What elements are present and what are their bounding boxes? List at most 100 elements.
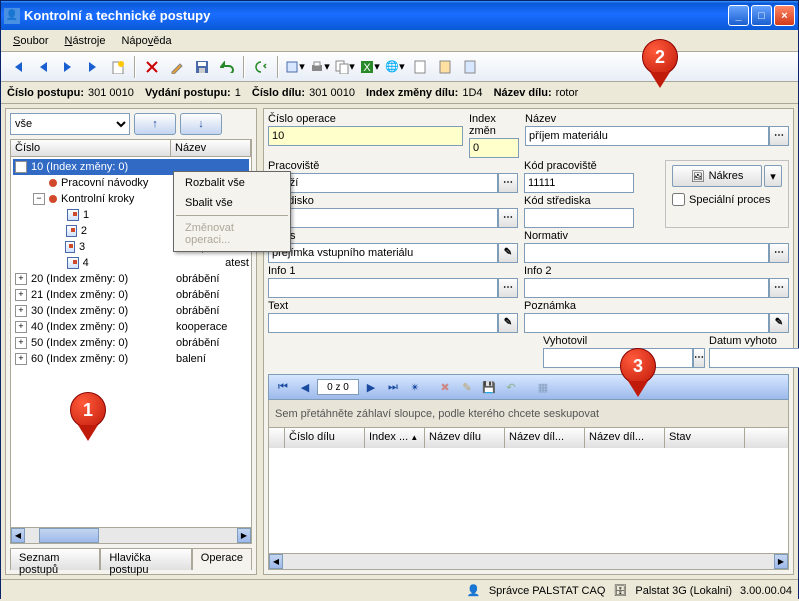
expand-toggle[interactable]: + — [15, 337, 27, 349]
input-kod-pracoviste[interactable] — [524, 173, 634, 193]
filter-select[interactable]: vše — [10, 113, 130, 135]
menu-nastroje[interactable]: Nástroje — [56, 33, 113, 49]
input-index-zmen[interactable] — [469, 138, 519, 158]
mini-view-button[interactable]: ▦ — [533, 377, 553, 397]
expand-toggle[interactable]: + — [15, 273, 27, 285]
expand-toggle[interactable]: + — [15, 289, 27, 301]
tree-node[interactable]: +50 (Index změny: 0)obrábění — [13, 335, 249, 351]
excel-button[interactable]: X▾ — [359, 56, 381, 78]
expand-toggle[interactable]: − — [15, 161, 27, 173]
input-kod-strediska[interactable] — [524, 208, 634, 228]
tree-node[interactable]: +40 (Index změny: 0)kooperace — [13, 319, 249, 335]
tree-node[interactable]: 4atest — [13, 255, 249, 271]
specialni-proces-checkbox[interactable]: Speciální proces — [672, 193, 782, 206]
grid-col-header[interactable]: Index ... ▲ — [365, 428, 425, 448]
grid-scroll-left-button[interactable]: ◀ — [269, 554, 283, 569]
expand-toggle[interactable]: − — [33, 193, 45, 205]
nav-next-button[interactable] — [57, 56, 79, 78]
grid-col-header[interactable]: Název dílu — [425, 428, 505, 448]
menu-napoveda[interactable]: Nápověda — [113, 33, 179, 49]
ctx-rozbalit[interactable]: Rozbalit vše — [175, 173, 289, 193]
copy-button[interactable]: ▾ — [334, 56, 356, 78]
delete-button[interactable] — [141, 56, 163, 78]
tree-node[interactable]: +20 (Index změny: 0)obrábění — [13, 271, 249, 287]
print-button[interactable]: ▾ — [309, 56, 331, 78]
save-button[interactable] — [191, 56, 213, 78]
tab-operace[interactable]: Operace — [192, 548, 252, 570]
input-popis[interactable] — [268, 243, 498, 263]
input-text[interactable] — [268, 313, 498, 333]
nav-first-button[interactable] — [7, 56, 29, 78]
ctx-sbalit[interactable]: Sbalit vše — [175, 193, 289, 213]
minimize-button[interactable]: _ — [728, 5, 749, 26]
close-button[interactable]: × — [774, 5, 795, 26]
doc2-button[interactable] — [434, 56, 456, 78]
group-hint-bar[interactable]: Sem přetáhněte záhlaví sloupce, podle kt… — [268, 400, 789, 428]
detail-grid[interactable]: Číslo díluIndex ... ▲Název dílu Název díl… — [268, 428, 789, 554]
nazev-ellipsis-button[interactable]: ⋯ — [769, 126, 789, 146]
pracoviste-ellipsis-button[interactable]: ⋯ — [498, 173, 518, 193]
scroll-thumb[interactable] — [39, 528, 99, 543]
nav-prev-button[interactable] — [32, 56, 54, 78]
mini-save-button[interactable]: 💾 — [479, 377, 499, 397]
expand-toggle[interactable]: + — [15, 321, 27, 333]
grid-col-header[interactable]: Číslo dílu — [285, 428, 365, 448]
input-nazev[interactable] — [525, 126, 769, 146]
input-info1[interactable] — [268, 278, 498, 298]
lang-button[interactable]: 🌐▾ — [384, 56, 406, 78]
normativ-ellipsis-button[interactable]: ⋯ — [769, 243, 789, 263]
mini-edit-button[interactable]: ✎ — [457, 377, 477, 397]
menu-soubor[interactable]: Soubor — [5, 33, 56, 49]
info2-ellipsis-button[interactable]: ⋯ — [769, 278, 789, 298]
mini-delete-button[interactable]: ✖ — [435, 377, 455, 397]
input-vyhotovil[interactable] — [543, 348, 693, 368]
input-poznamka[interactable] — [524, 313, 769, 333]
vyhotovil-ellipsis-button[interactable]: ⋯ — [693, 348, 705, 368]
new-button[interactable] — [107, 56, 129, 78]
mini-prev-button[interactable]: ◀ — [295, 377, 315, 397]
maximize-button[interactable]: □ — [751, 5, 772, 26]
expand-toggle[interactable]: + — [15, 305, 27, 317]
text-edit-button[interactable]: ✎ — [498, 313, 518, 333]
tree-hscrollbar[interactable]: ◀ ▶ — [10, 528, 252, 544]
input-datum[interactable] — [709, 348, 799, 368]
undo-button[interactable] — [216, 56, 238, 78]
grid-col-header[interactable]: Stav — [665, 428, 745, 448]
scroll-right-button[interactable]: ▶ — [237, 528, 251, 543]
input-pracoviste[interactable] — [268, 173, 498, 193]
mini-first-button[interactable]: ⏮ — [273, 377, 293, 397]
input-info2[interactable] — [524, 278, 769, 298]
tab-seznam[interactable]: Seznam postupů — [10, 548, 100, 570]
info1-ellipsis-button[interactable]: ⋯ — [498, 278, 518, 298]
popis-edit-button[interactable]: ✎ — [498, 243, 518, 263]
expand-toggle[interactable]: + — [15, 353, 27, 365]
doc1-button[interactable] — [409, 56, 431, 78]
move-down-button[interactable]: ↓ — [180, 113, 222, 135]
poznamka-edit-button[interactable]: ✎ — [769, 313, 789, 333]
nakres-button[interactable]: 🖼Nákres — [672, 165, 762, 187]
input-normativ[interactable] — [524, 243, 769, 263]
tree-node[interactable]: +30 (Index změny: 0)obrábění — [13, 303, 249, 319]
nakres-dropdown-button[interactable]: ▾ — [764, 165, 782, 187]
tree-hdr-nazev[interactable]: Název — [171, 140, 251, 156]
grid-hscrollbar[interactable]: ◀ ▶ — [268, 554, 789, 570]
input-cislo-operace[interactable] — [268, 126, 463, 146]
tree-hdr-cislo[interactable]: Číslo — [11, 140, 171, 156]
tree-node[interactable]: +21 (Index změny: 0)obrábění — [13, 287, 249, 303]
mini-next-button[interactable]: ▶ — [361, 377, 381, 397]
nav-last-button[interactable] — [82, 56, 104, 78]
grid-col-header[interactable]: Název díl... — [585, 428, 665, 448]
grid-scroll-right-button[interactable]: ▶ — [774, 554, 788, 569]
mini-undo-button[interactable]: ↶ — [501, 377, 521, 397]
input-stredisko[interactable] — [268, 208, 498, 228]
move-up-button[interactable]: ↑ — [134, 113, 176, 135]
tab-hlavicka[interactable]: Hlavička postupu — [100, 548, 191, 570]
mini-new-button[interactable]: ✴ — [405, 377, 425, 397]
view-button[interactable]: ▾ — [284, 56, 306, 78]
doc3-button[interactable] — [459, 56, 481, 78]
edit-button[interactable] — [166, 56, 188, 78]
tree-node[interactable]: +60 (Index změny: 0)balení — [13, 351, 249, 367]
stredisko-ellipsis-button[interactable]: ⋯ — [498, 208, 518, 228]
mini-last-button[interactable]: ⏭ — [383, 377, 403, 397]
refresh-button[interactable] — [250, 56, 272, 78]
